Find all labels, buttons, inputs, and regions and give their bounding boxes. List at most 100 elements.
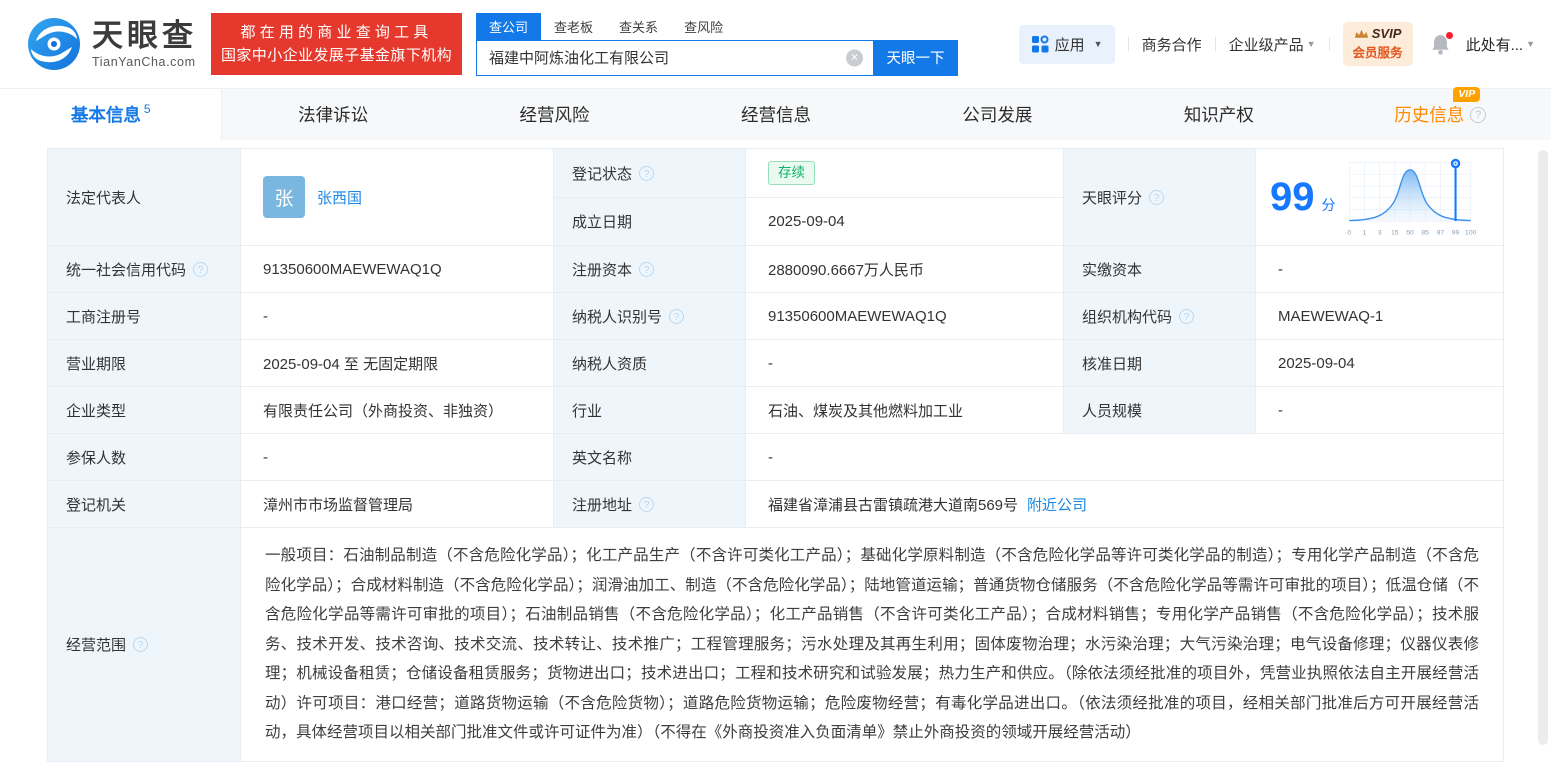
user-name: 此处有...: [1466, 34, 1524, 55]
help-icon[interactable]: ?: [639, 262, 654, 277]
help-icon[interactable]: ?: [639, 497, 654, 512]
search-tab-risk[interactable]: 查风险: [671, 13, 736, 40]
tab-label: 知识产权: [1184, 102, 1254, 127]
logo-text: 天眼查 TianYanCha.com: [92, 20, 197, 69]
field-label-reg-authority: 登记机关: [48, 481, 241, 528]
divider: [1329, 37, 1330, 51]
field-value-english-name: -: [746, 434, 1503, 481]
field-label-industry: 行业: [554, 387, 746, 434]
field-label-score: 天眼评分?: [1064, 149, 1256, 246]
search-input[interactable]: [476, 40, 873, 76]
field-value-staff-size: -: [1256, 387, 1503, 434]
user-menu[interactable]: 此处有... ▼: [1466, 34, 1535, 55]
svg-text:3: 3: [1377, 230, 1381, 237]
field-label-reg-number: 工商注册号: [48, 293, 241, 340]
apps-menu[interactable]: 应用 ▼: [1019, 25, 1115, 64]
company-nav-tabs: 基本信息 5 法律诉讼 经营风险 经营信息 公司发展 知识产权 历史信息 VIP…: [0, 88, 1551, 140]
top-menu: 应用 ▼ 商务合作 企业级产品 ▼ SVIP 会员服务: [1019, 22, 1535, 66]
field-value-company-type: 有限责任公司（外商投资、非独资）: [241, 387, 554, 434]
field-value-paid-capital: -: [1256, 246, 1503, 293]
notifications-bell[interactable]: [1431, 34, 1450, 55]
table-row: 企业类型 有限责任公司（外商投资、非独资） 行业 石油、煤炭及其他燃料加工业 人…: [48, 387, 1503, 434]
clear-icon[interactable]: ×: [846, 49, 863, 66]
avatar[interactable]: 张: [263, 176, 305, 218]
caret-down-icon: ▼: [1526, 39, 1535, 49]
field-label-reg-capital: 注册资本?: [554, 246, 746, 293]
search-box: × 天眼一下: [476, 40, 958, 76]
crown-icon: [1354, 29, 1369, 39]
field-label-legal-rep: 法定代表人: [48, 149, 241, 246]
tab-company-development[interactable]: 公司发展: [887, 89, 1108, 140]
field-value-establish-date: 2025-09-04: [746, 198, 1064, 246]
field-value-reg-address: 福建省漳浦县古雷镇疏港大道南569号 附近公司: [746, 481, 1503, 528]
nearby-companies-link[interactable]: 附近公司: [1027, 494, 1087, 515]
field-value-reg-authority: 漳州市市场监督管理局: [241, 481, 554, 528]
svg-text:97: 97: [1436, 230, 1444, 237]
middle-subrows: 登记状态? 存续 成立日期 2025-09-04: [554, 149, 1064, 246]
table-row: 参保人数 - 英文名称 -: [48, 434, 1503, 481]
scrollbar[interactable]: [1538, 150, 1548, 745]
tab-operating-risk[interactable]: 经营风险: [444, 89, 665, 140]
svg-text:85: 85: [1421, 230, 1429, 237]
table-row: 统一社会信用代码? 91350600MAEWEWAQ1Q 注册资本? 28800…: [48, 246, 1503, 293]
tianyancha-logo[interactable]: 天眼查 TianYanCha.com: [26, 16, 197, 72]
field-label-credit-code: 统一社会信用代码?: [48, 246, 241, 293]
tab-label: 历史信息: [1394, 105, 1464, 125]
table-row: 营业期限 2025-09-04 至 无固定期限 纳税人资质 - 核准日期 202…: [48, 340, 1503, 387]
help-icon[interactable]: ?: [193, 262, 208, 277]
svg-text:50: 50: [1406, 230, 1414, 237]
help-icon[interactable]: ?: [639, 166, 654, 181]
table-row: 登记机关 漳州市市场监督管理局 注册地址? 福建省漳浦县古雷镇疏港大道南569号…: [48, 481, 1503, 528]
field-label-company-type: 企业类型: [48, 387, 241, 434]
help-icon[interactable]: ?: [669, 309, 684, 324]
status-badge: 存续: [768, 161, 815, 185]
svg-text:15: 15: [1391, 230, 1399, 237]
svip-member-button[interactable]: SVIP 会员服务: [1343, 22, 1413, 66]
help-icon[interactable]: ?: [1149, 190, 1164, 205]
field-label-approval-date: 核准日期: [1064, 340, 1256, 387]
search-tabs: 查公司 查老板 查关系 查风险: [476, 13, 958, 40]
field-label-insured-count: 参保人数: [48, 434, 241, 481]
help-icon[interactable]: ?: [1470, 107, 1486, 123]
field-value-industry: 石油、煤炭及其他燃料加工业: [746, 387, 1064, 434]
apps-grid-icon: [1031, 35, 1049, 53]
tab-intellectual-property[interactable]: 知识产权: [1108, 89, 1329, 140]
search-tab-relation[interactable]: 查关系: [606, 13, 671, 40]
field-value-reg-capital: 2880090.6667万人民币: [746, 246, 1064, 293]
svip-subtitle: 会员服务: [1353, 42, 1403, 61]
business-cooperation-link[interactable]: 商务合作: [1142, 34, 1202, 55]
search-tab-company[interactable]: 查公司: [476, 13, 541, 40]
field-label-business-scope: 经营范围?: [48, 528, 241, 761]
field-value-credit-code: 91350600MAEWEWAQ1Q: [241, 246, 554, 293]
tab-label: 经营信息: [741, 102, 811, 127]
field-value-legal-rep: 张 张西国: [241, 149, 554, 246]
svg-text:99: 99: [1451, 230, 1459, 237]
table-row: 工商注册号 - 纳税人识别号? 91350600MAEWEWAQ1Q 组织机构代…: [48, 293, 1503, 340]
help-icon[interactable]: ?: [1179, 309, 1194, 324]
enterprise-products-label: 企业级产品: [1229, 34, 1304, 55]
tab-label: 公司发展: [962, 102, 1032, 127]
field-label-paid-capital: 实缴资本: [1064, 246, 1256, 293]
caret-down-icon: ▼: [1307, 39, 1316, 49]
score-number: 99: [1270, 177, 1315, 217]
legal-rep-link[interactable]: 张西国: [317, 187, 362, 208]
search-tab-boss[interactable]: 查老板: [541, 13, 606, 40]
tab-basic-info[interactable]: 基本信息 5: [0, 89, 222, 140]
caret-down-icon: ▼: [1094, 39, 1103, 49]
field-value-business-term: 2025-09-04 至 无固定期限: [241, 340, 554, 387]
tab-business-info[interactable]: 经营信息: [665, 89, 886, 140]
field-label-taxpayer-quality: 纳税人资质: [554, 340, 746, 387]
search-button[interactable]: 天眼一下: [873, 40, 958, 76]
notification-dot: [1445, 31, 1454, 40]
tab-history-info[interactable]: 历史信息 VIP ?: [1330, 89, 1551, 140]
table-row: 经营范围? 一般项目：石油制品制造（不含危险化学品）；化工产品生产（不含许可类化…: [48, 528, 1503, 761]
tab-legal-proceedings[interactable]: 法律诉讼: [222, 89, 443, 140]
help-icon[interactable]: ?: [133, 637, 148, 652]
field-label-reg-status: 登记状态?: [554, 149, 746, 198]
tab-label: 经营风险: [520, 102, 590, 127]
field-value-taxpayer-id: 91350600MAEWEWAQ1Q: [746, 293, 1064, 340]
field-label-establish-date: 成立日期: [554, 198, 746, 246]
brand-name: 天眼查: [92, 20, 197, 51]
slogan-banner: 都在用的商业查询工具 国家中小企业发展子基金旗下机构: [211, 13, 462, 75]
enterprise-products-menu[interactable]: 企业级产品 ▼: [1229, 34, 1316, 55]
